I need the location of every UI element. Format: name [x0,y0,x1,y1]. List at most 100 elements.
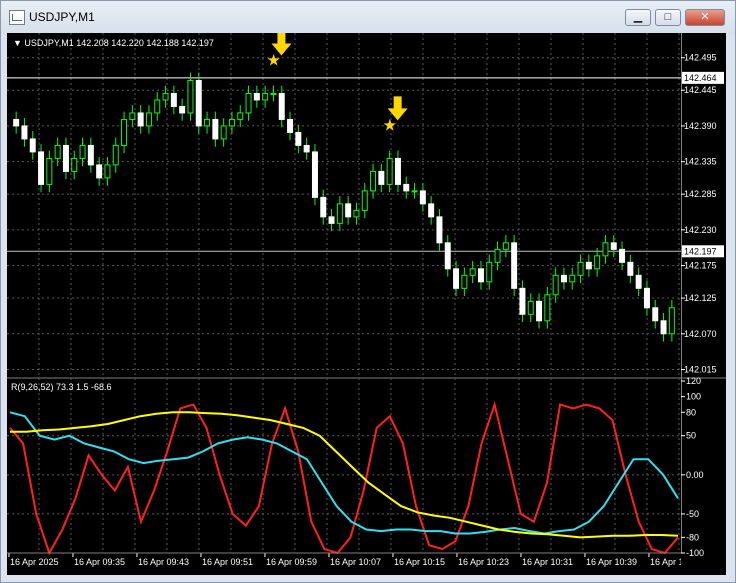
indicator-tick-label: 80 [686,407,696,417]
indicator-tick-label: -100 [686,548,704,558]
price-tick-label: 142.230 [684,225,717,235]
chart-window-icon [9,10,25,25]
price-tick-label: 142.070 [684,329,717,339]
candle-body [228,118,235,127]
price-tick-label: 142.285 [684,189,717,199]
time-tick-label: 16 Apr 10:31 [522,557,573,567]
time-tick-label: 16 Apr 10:07 [330,557,381,567]
price-tick-label: 142.335 [684,157,717,167]
indicator-tick-label: 0.00 [686,470,704,480]
price-tick-label: 142.445 [684,85,717,95]
candle-body [179,105,186,114]
close-button[interactable]: ✕ [685,9,725,26]
candle-body [112,144,119,166]
signal-star-icon: ★ [266,50,280,69]
candle-body [627,261,634,276]
candle-body [121,118,128,146]
indicator-tick-label: -80 [686,532,699,542]
candle-body [137,112,144,127]
candle-body [428,203,435,218]
title-bar[interactable]: USDJPY,M1 ▁ □ ✕ [1,1,735,34]
candle-body [660,320,667,335]
price-tick-label: 142.015 [684,365,717,375]
indicator-tick-label: -50 [686,509,699,519]
candle-body [220,125,227,140]
candle-body [96,164,103,179]
candle-body [79,144,86,159]
price-level-label: 142.464 [684,73,717,83]
candle-body [560,274,567,283]
candle-body [245,92,252,114]
indicator-tick-label: 50 [686,431,696,441]
candle-body [610,242,617,250]
candle-body [469,268,476,276]
indicator-header: R(9,26,52) 73.3 1.5 -68.6 [11,382,112,392]
candle-body [619,248,626,263]
candle-body [444,242,451,270]
candle-body [419,190,426,205]
candle-body [602,242,609,257]
chart-plot[interactable]: ★ ★ ▼ USDJPY,M1 142.208 142.220 142.188 14… [7,33,681,575]
candle-body [536,300,543,322]
candle-body [519,287,526,315]
price-axis-svg[interactable]: 142.495 142.445 142.390 142.335 142.285 142.2… [681,33,726,575]
candle-body [394,157,401,185]
candle-body [187,79,194,114]
candle-body [54,144,61,159]
price-tick-label: 142.125 [684,293,717,303]
candle-body [403,183,410,192]
candle-body [336,203,343,224]
time-tick-label: 16 Apr 09:59 [266,557,317,567]
candle-body [328,216,335,224]
candle-body [511,242,518,289]
candle-body [204,118,211,127]
candle-body [29,138,36,153]
indicator-tick-label: 100 [686,392,701,402]
maximize-button[interactable]: □ [655,9,681,26]
signal-star-icon: ★ [383,115,397,134]
candle-body [71,157,78,172]
time-tick-label: 16 Apr 10:23 [458,557,509,567]
candle-body [295,131,302,146]
candle-body [38,151,45,185]
time-tick-label: 16 Apr 09:43 [138,557,189,567]
candle-body [386,157,393,185]
candle-body [544,294,551,322]
time-tick-label: 16 Apr 10:39 [586,557,637,567]
price-tick-label: 142.175 [684,261,717,271]
candle-body [370,170,377,192]
candle-body [527,300,534,315]
indicator-series-line [9,411,679,535]
candle-body [652,307,659,322]
time-tick-label: 16 Apr 09:51 [202,557,253,567]
candle-body [461,274,468,289]
candle-body [345,203,352,218]
candle-body [278,92,285,120]
price-axis[interactable]: 142.495 142.445 142.390 142.335 142.285 142.2… [681,33,726,575]
candle-body [585,261,592,270]
candle-body [361,190,368,211]
minimize-button[interactable]: ▁ [625,9,651,26]
chart-area[interactable]: ★ ★ ▼ USDJPY,M1 142.208 142.220 142.188 14… [7,33,681,575]
candle-body [436,216,443,244]
candle-body [594,255,601,270]
time-tick-label: 16 Apr 10:15 [394,557,445,567]
candle-body [13,118,20,127]
indicator-series-line [9,400,679,556]
candle-body [104,164,111,179]
window-title: USDJPY,M1 [29,10,95,24]
candle-body [87,144,94,166]
time-tick-label: 16 Apr 10:47 [650,557,681,567]
time-tick-label: 16 Apr 09:35 [74,557,125,567]
candle-body [353,209,360,218]
candle-body [237,112,244,120]
candle-body [477,268,484,283]
candle-body [253,92,260,101]
price-level-label: 142.197 [684,246,717,256]
candle-body [577,261,584,276]
candle-body [162,92,169,101]
candle-body [46,157,53,185]
candle-body [154,99,161,114]
candle-body [411,190,418,193]
candle-body [311,151,318,198]
